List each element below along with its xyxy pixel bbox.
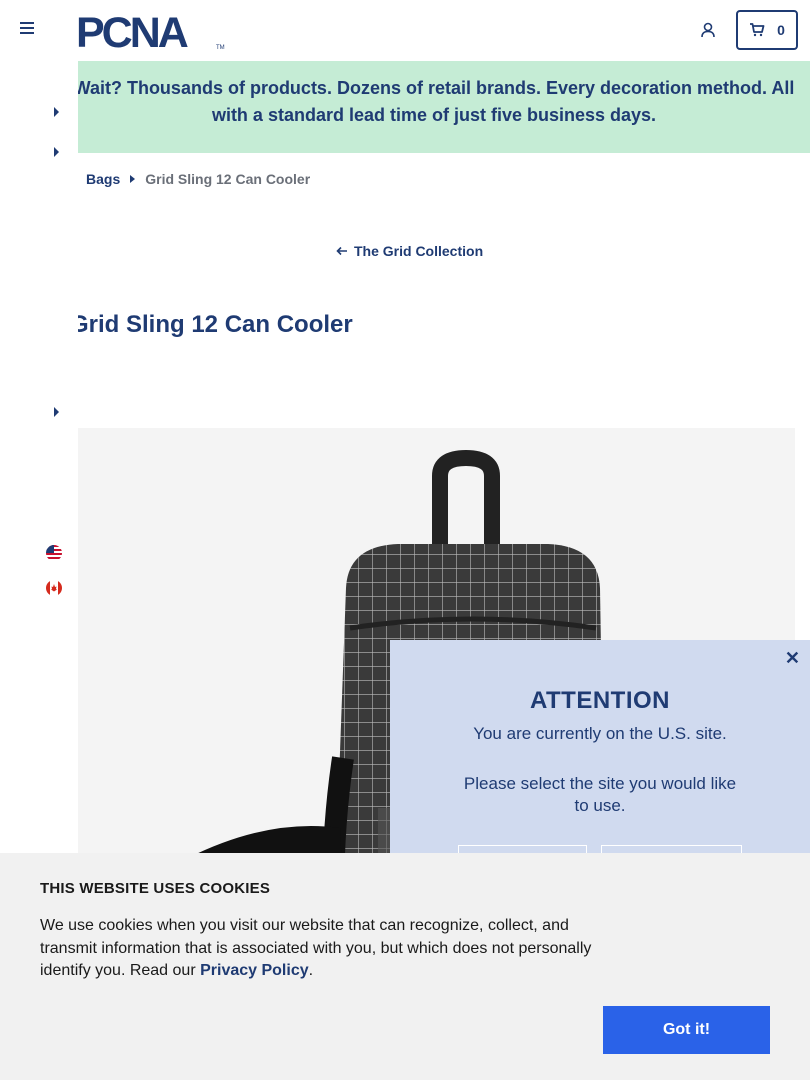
cart-icon	[750, 23, 765, 37]
breadcrumb-separator-icon	[130, 175, 136, 183]
breadcrumb-link-bags[interactable]: Bags	[86, 171, 120, 187]
site-header: PCNA TM 0	[0, 0, 810, 61]
breadcrumb: Bags Grid Sling 12 Can Cooler	[86, 171, 310, 187]
breadcrumb-current: Grid Sling 12 Can Cooler	[145, 171, 311, 187]
product-title: Grid Sling 12 Can Cooler	[78, 311, 353, 338]
modal-prompt: Please select the site you would like to…	[463, 774, 737, 815]
cookie-title: THIS WEBSITE USES COOKIES	[40, 880, 271, 897]
product-title-wrap: Grid Sling 12 Can Cooler	[78, 311, 478, 343]
cookie-banner: THIS WEBSITE USES COOKIES We use cookies…	[0, 853, 810, 1080]
modal-message: You are currently on the U.S. site.	[473, 724, 727, 743]
cookie-text-end: .	[308, 962, 314, 979]
us-flag-icon[interactable]	[46, 545, 62, 561]
menu-icon[interactable]	[20, 22, 36, 38]
pcna-logo[interactable]: PCNA TM	[76, 10, 226, 52]
cookie-text: We use cookies when you visit our websit…	[40, 915, 600, 983]
chevron-right-icon[interactable]	[54, 147, 59, 157]
close-icon[interactable]: ✕	[785, 648, 800, 669]
modal-title: ATTENTION	[529, 687, 671, 714]
account-icon[interactable]	[698, 20, 718, 40]
logo-tm: TM	[216, 45, 225, 51]
chevron-right-icon[interactable]	[54, 107, 59, 117]
cookie-text-body: We use cookies when you visit our websit…	[40, 917, 592, 979]
cart-button[interactable]: 0	[736, 10, 798, 50]
logo-text: PCNA	[76, 10, 188, 52]
collection-link[interactable]: The Grid Collection	[336, 243, 483, 259]
cart-count: 0	[777, 22, 785, 38]
chevron-right-icon[interactable]	[54, 407, 59, 417]
promo-banner: Wait? Thousands of products. Dozens of r…	[78, 61, 810, 153]
canada-flag-icon[interactable]	[46, 580, 62, 596]
arrow-left-icon	[336, 246, 347, 256]
collection-link-label: The Grid Collection	[354, 243, 484, 259]
site-select-modal: ✕ ATTENTION You are currently on the U.S…	[390, 640, 810, 860]
promo-text: Wait? Thousands of products. Dozens of r…	[78, 78, 795, 125]
accept-cookies-button[interactable]: Got it!	[603, 1006, 770, 1054]
privacy-policy-link[interactable]: Privacy Policy	[200, 962, 309, 979]
